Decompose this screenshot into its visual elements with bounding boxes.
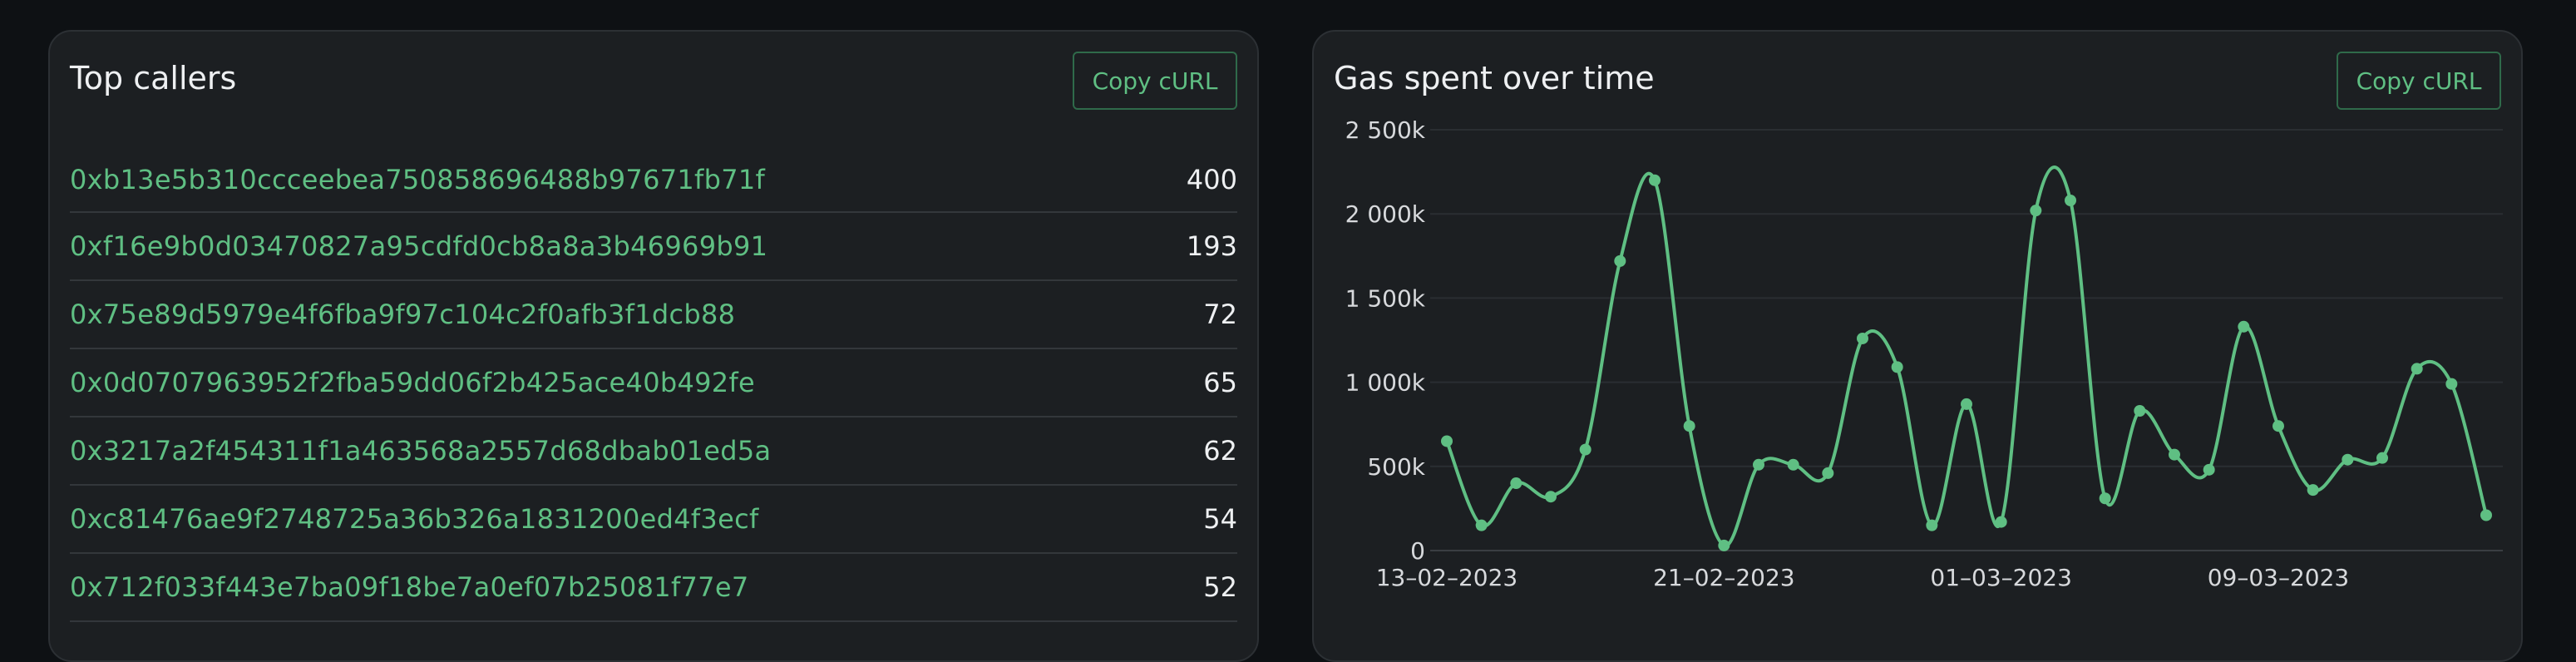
data-point [1649, 174, 1661, 186]
list-item: 0x3217a2f454311f1a463568a2557d68dbab01ed… [70, 417, 1237, 486]
list-item: 0xf16e9b0d03470827a95cdfd0cb8a8a3b46969b… [70, 213, 1237, 281]
data-point [2445, 378, 2458, 390]
caller-address-link[interactable]: 0xf16e9b0d03470827a95cdfd0cb8a8a3b46969b… [70, 230, 767, 262]
data-point [2030, 205, 2042, 217]
list-item: 0xc81476ae9f2748725a36b326a1831200ed4f3e… [70, 486, 1237, 554]
call-count: 193 [1186, 230, 1237, 262]
data-point [1545, 491, 1557, 503]
data-point [1718, 539, 1730, 551]
data-point [2169, 448, 2180, 461]
data-point [2203, 463, 2215, 476]
call-count: 400 [1186, 164, 1237, 195]
call-count: 65 [1203, 367, 1237, 398]
y-tick-label: 1 500k [1345, 284, 1426, 312]
data-point [1579, 443, 1591, 456]
y-tick-label: 0 [1410, 537, 1425, 565]
call-count: 52 [1203, 571, 1237, 603]
data-point [2307, 484, 2319, 496]
list-item: 0x0d0707963952f2fba59dd06f2b425ace40b492… [70, 349, 1237, 417]
data-point [1961, 398, 1972, 410]
data-point [1753, 458, 1764, 471]
call-count: 54 [1203, 503, 1237, 535]
caller-address-link[interactable]: 0xc81476ae9f2748725a36b326a1831200ed4f3e… [70, 503, 759, 535]
data-point [1891, 361, 1903, 373]
data-point [1787, 458, 1799, 471]
data-point [2376, 452, 2388, 464]
x-tick-label: 01–03–2023 [1930, 564, 2072, 591]
panel-title: Top callers [70, 60, 237, 96]
gas-line-chart: 0 500k 1 000k 1 500k 2 000k 2 500k 13–02–2023 2… [1345, 116, 2503, 591]
series-line [1445, 166, 2488, 547]
data-point [2099, 492, 2111, 505]
x-tick-label: 21–02–2023 [1653, 564, 1795, 591]
data-point [2238, 320, 2250, 333]
list-item: 0xb13e5b310ccceebea750858696488b97671fb7… [70, 148, 1237, 213]
gas-chart-panel: Gas spent over time Copy cURL 0 500k 1 000… [1312, 30, 2523, 662]
caller-address-link[interactable]: 0x3217a2f454311f1a463568a2557d68dbab01ed… [70, 435, 771, 467]
caller-address-link[interactable]: 0xb13e5b310ccceebea750858696488b97671fb7… [70, 164, 765, 195]
copy-curl-button[interactable]: Copy cURL [1073, 52, 1237, 110]
top-callers-panel: Top callers Copy cURL 0xb13e5b310ccceebe… [48, 30, 1259, 662]
y-tick-label: 1 000k [1345, 369, 1426, 397]
data-point [1475, 519, 1488, 531]
y-tick-label: 500k [1367, 453, 1425, 481]
data-point [2480, 509, 2492, 521]
x-tick-label: 09–03–2023 [2208, 564, 2350, 591]
data-point [1995, 516, 2007, 528]
data-point [1441, 435, 1453, 447]
data-point [2342, 453, 2354, 466]
data-point [1683, 420, 1695, 432]
data-point [2065, 195, 2076, 207]
data-point [2411, 363, 2423, 375]
callers-list: 0xb13e5b310ccceebea750858696488b97671fb7… [70, 148, 1237, 622]
data-point [1510, 477, 1522, 490]
data-point [1926, 519, 1938, 531]
data-point [2273, 420, 2284, 432]
x-tick-label: 13–02–2023 [1376, 564, 1518, 591]
data-point [2134, 405, 2146, 417]
call-count: 72 [1203, 299, 1237, 330]
call-count: 62 [1203, 435, 1237, 467]
caller-address-link[interactable]: 0x0d0707963952f2fba59dd06f2b425ace40b492… [70, 367, 755, 398]
data-point [1857, 332, 1868, 344]
list-item: 0x75e89d5979e4f6fba9f97c104c2f0afb3f1dcb… [70, 281, 1237, 349]
data-point [1614, 254, 1626, 267]
caller-address-link[interactable]: 0x712f033f443e7ba09f18be7a0ef07b25081f77… [70, 571, 748, 603]
y-tick-label: 2 000k [1345, 200, 1426, 228]
list-item: 0x712f033f443e7ba09f18be7a0ef07b25081f77… [70, 554, 1237, 622]
data-point [1822, 467, 1834, 479]
y-tick-label: 2 500k [1345, 116, 1426, 144]
caller-address-link[interactable]: 0x75e89d5979e4f6fba9f97c104c2f0afb3f1dcb… [70, 299, 735, 330]
